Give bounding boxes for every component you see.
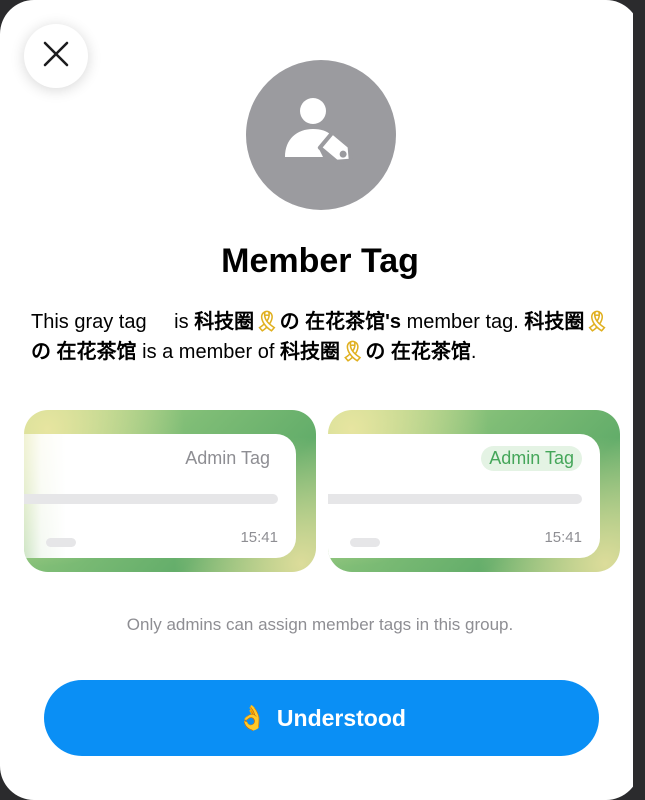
understood-label: Understood xyxy=(276,704,406,731)
example-card-green: Admin Tag 15:41 xyxy=(328,410,620,572)
ok-hand-icon: 👌 xyxy=(237,704,267,732)
admin-tag-label: Admin Tag xyxy=(185,448,270,468)
admin-note: Only admins can assign member tags in th… xyxy=(126,615,514,634)
understood-button[interactable]: 👌 Understood xyxy=(44,680,599,756)
admin-tag-label: Admin Tag xyxy=(481,446,582,471)
desc-text: member tag. xyxy=(406,311,519,333)
message-placeholder-line xyxy=(350,538,380,547)
desc-text: is a member of xyxy=(142,341,275,363)
message-placeholder-line xyxy=(24,494,278,504)
group-name: 科技圈🎗の 在花茶馆's xyxy=(194,311,402,333)
member-tag-modal: Member Tag This gray tag is 科技圈🎗の 在花茶馆's… xyxy=(0,0,640,800)
message-placeholder-line xyxy=(46,538,76,547)
person-tag-icon xyxy=(279,91,363,180)
desc-text: This gray tag xyxy=(31,311,147,333)
close-icon xyxy=(42,40,70,73)
message-time: 15:41 xyxy=(544,529,582,546)
group-name: 科技圈🎗の 在花茶馆 xyxy=(279,341,471,363)
message-bubble: Admin Tag 15:41 xyxy=(24,434,296,558)
member-tag-hero xyxy=(246,60,396,210)
background-edge xyxy=(633,0,645,800)
message-bubble: Admin Tag 15:41 xyxy=(328,434,600,558)
close-button[interactable] xyxy=(24,24,88,88)
modal-title: Member Tag xyxy=(221,242,419,280)
example-card-gray: Admin Tag 15:41 xyxy=(24,410,316,572)
modal-description: This gray tag is 科技圈🎗の 在花茶馆's member tag… xyxy=(31,311,610,363)
message-placeholder-line xyxy=(328,494,582,504)
message-time: 15:41 xyxy=(240,529,278,546)
desc-text: is xyxy=(174,311,189,333)
